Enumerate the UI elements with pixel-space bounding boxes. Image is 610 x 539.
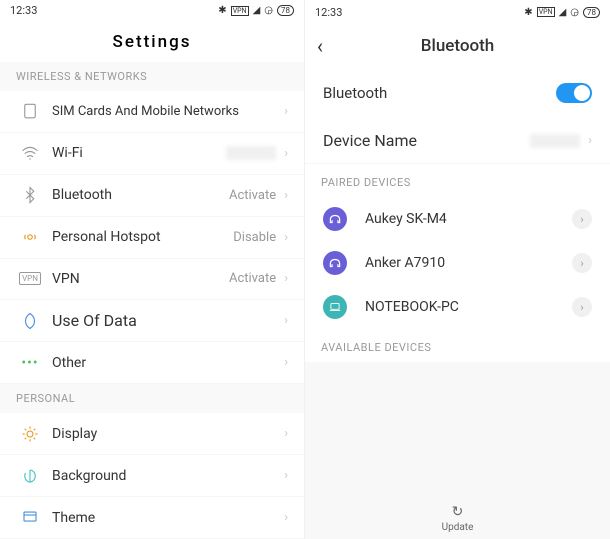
status-time: 12:33 (315, 6, 342, 19)
bluetooth-toggle-label: Bluetooth (323, 84, 387, 102)
wifi-value-blurred (226, 146, 276, 160)
sim-icon (16, 102, 44, 120)
available-devices-header: AVAILABLE DEVICES (305, 329, 610, 362)
chevron-right-icon: › (284, 468, 288, 483)
back-button[interactable]: ‹ (317, 34, 323, 58)
wifi-label: Wi-Fi (52, 145, 226, 161)
chevron-right-icon: › (284, 510, 288, 525)
hotspot-item[interactable]: Personal Hotspot Disable › (0, 217, 304, 259)
wifi-status-icon: ◶ (570, 7, 579, 18)
bluetooth-status-icon: ✱ (524, 7, 532, 18)
bluetooth-toggle-switch[interactable] (556, 83, 592, 103)
bluetooth-header: ‹ Bluetooth (305, 24, 610, 68)
display-item[interactable]: Display › (0, 413, 304, 455)
vpn-status-icon: VPN (231, 6, 249, 16)
paired-devices-header: PAIRED DEVICES (305, 164, 610, 197)
personal-section-header: PERSONAL (0, 384, 304, 413)
chevron-right-icon: › (284, 188, 288, 203)
more-icon: ••• (16, 355, 44, 371)
update-label: Update (442, 522, 474, 533)
device-settings-button[interactable]: › (572, 209, 592, 229)
hotspot-icon (16, 228, 44, 246)
other-label: Other (52, 355, 284, 371)
toggle-knob (574, 85, 590, 101)
device-settings-button[interactable]: › (572, 297, 592, 317)
wireless-section-header: WIRELESS & NETWORKS (0, 62, 304, 91)
device-name-value-blurred (530, 134, 580, 148)
device-name-item[interactable]: Device Name › (305, 118, 610, 164)
signal-status-icon: ◢ (253, 5, 261, 16)
wifi-item[interactable]: Wi-Fi › (0, 133, 304, 175)
device-settings-button[interactable]: › (572, 253, 592, 273)
hotspot-value: Disable (233, 230, 276, 245)
refresh-icon: ↻ (452, 504, 464, 520)
chevron-right-icon: › (588, 133, 592, 148)
sim-label: SIM Cards And Mobile Networks (52, 104, 284, 119)
chevron-right-icon: › (284, 313, 288, 328)
bluetooth-title: Bluetooth (421, 36, 495, 56)
theme-icon (16, 509, 44, 527)
background-item[interactable]: Background › (0, 455, 304, 497)
paired-device-item[interactable]: Anker A7910 › (305, 241, 610, 285)
settings-title: Settings (113, 32, 192, 52)
status-bar: 12:33 ✱ VPN ◢ ◶ 78 (0, 0, 304, 22)
vpn-item[interactable]: VPN VPN Activate › (0, 259, 304, 301)
battery-status-icon: 78 (277, 5, 294, 16)
hotspot-label: Personal Hotspot (52, 229, 233, 245)
other-item[interactable]: ••• Other › (0, 342, 304, 384)
wifi-status-icon: ◶ (264, 5, 273, 16)
bluetooth-item[interactable]: Bluetooth Activate › (0, 175, 304, 217)
data-label: Use Of Data (52, 311, 284, 330)
background-label: Background (52, 468, 284, 484)
chevron-right-icon: › (284, 426, 288, 441)
theme-label: Theme (52, 510, 284, 526)
status-time: 12:33 (10, 4, 37, 17)
status-bar: 12:33 ✱ VPN ◢ ◶ 78 (305, 0, 610, 24)
settings-screen: 12:33 ✱ VPN ◢ ◶ 78 Settings WIRELESS & N… (0, 0, 305, 539)
bluetooth-screen: 12:33 ✱ VPN ◢ ◶ 78 ‹ Bluetooth Bluetooth… (305, 0, 610, 539)
chevron-right-icon: › (284, 271, 288, 286)
chevron-right-icon: › (284, 355, 288, 370)
vpn-status-icon: VPN (537, 7, 555, 17)
signal-status-icon: ◢ (559, 7, 567, 18)
bluetooth-toggle-row[interactable]: Bluetooth (305, 68, 610, 118)
display-label: Display (52, 426, 284, 442)
vpn-label: VPN (52, 271, 229, 287)
device-label: NOTEBOOK-PC (365, 299, 572, 315)
sim-cards-item[interactable]: SIM Cards And Mobile Networks › (0, 91, 304, 133)
theme-item[interactable]: Theme › (0, 497, 304, 539)
wifi-icon (16, 144, 44, 162)
headphones-icon (323, 207, 347, 231)
data-icon (16, 312, 44, 330)
bluetooth-status-icon: ✱ (218, 5, 226, 16)
device-label: Aukey SK-M4 (365, 211, 572, 227)
chevron-right-icon: › (284, 146, 288, 161)
bluetooth-label: Bluetooth (52, 187, 229, 203)
status-icons: ✱ VPN ◢ ◶ 78 (524, 7, 600, 18)
status-icons: ✱ VPN ◢ ◶ 78 (218, 5, 294, 16)
vpn-icon: VPN (16, 272, 44, 285)
background-icon (16, 467, 44, 485)
chevron-right-icon: › (284, 230, 288, 245)
headphones-icon (323, 251, 347, 275)
display-icon (16, 425, 44, 443)
update-button[interactable]: ↻ Update (442, 504, 474, 533)
laptop-icon (323, 295, 347, 319)
vpn-value: Activate (229, 271, 276, 286)
device-name-label: Device Name (323, 131, 530, 150)
bluetooth-icon (16, 186, 44, 204)
chevron-right-icon: › (284, 104, 288, 119)
settings-header: Settings (0, 22, 304, 62)
bluetooth-value: Activate (229, 188, 276, 203)
device-label: Anker A7910 (365, 255, 572, 271)
paired-device-item[interactable]: Aukey SK-M4 › (305, 197, 610, 241)
paired-device-item[interactable]: NOTEBOOK-PC › (305, 285, 610, 329)
data-usage-item[interactable]: Use Of Data › (0, 300, 304, 342)
battery-status-icon: 78 (583, 7, 600, 18)
